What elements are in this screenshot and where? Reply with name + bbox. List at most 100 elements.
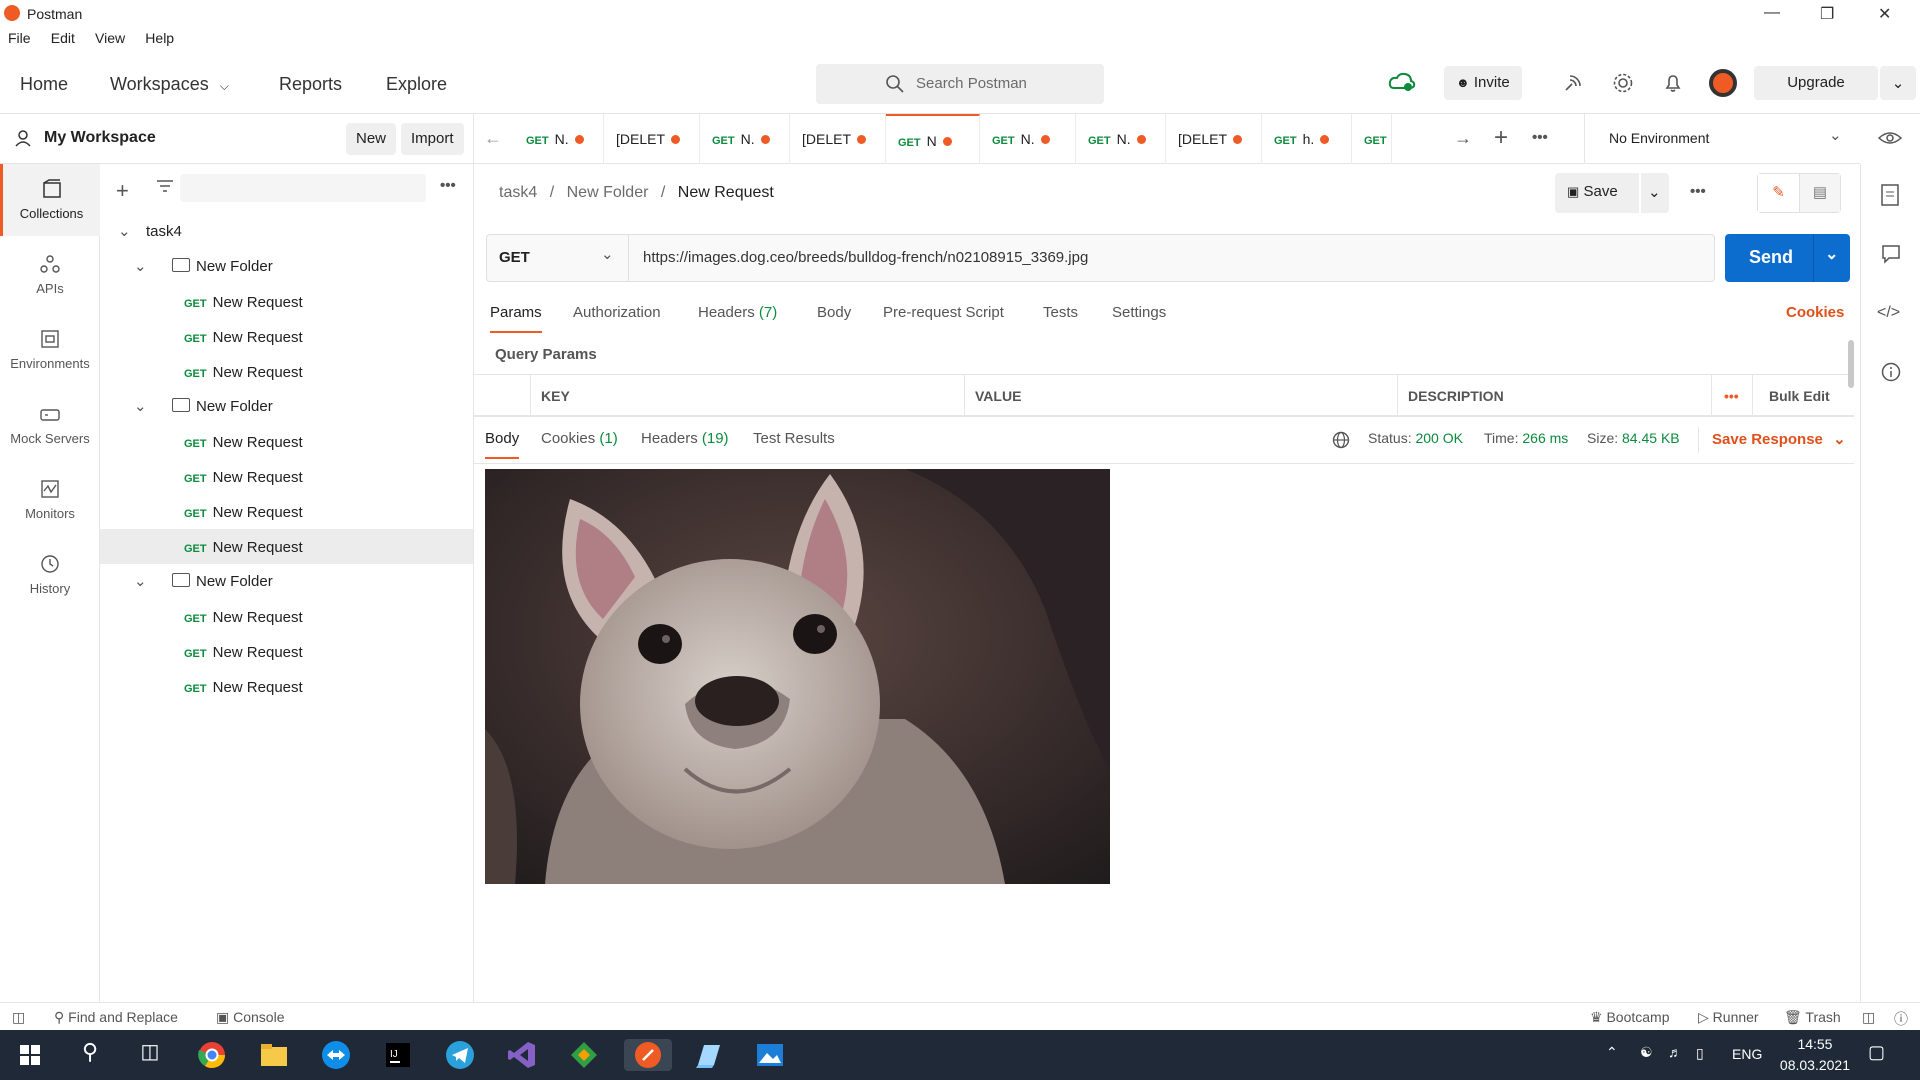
tab-headers[interactable]: Headers (7) <box>698 304 777 321</box>
tree-request[interactable]: GET New Request <box>100 529 473 564</box>
eye-icon[interactable] <box>1878 128 1902 148</box>
nav-reports[interactable]: Reports <box>279 74 342 95</box>
volume-icon[interactable]: ♬ <box>1668 1044 1682 1060</box>
search-icon[interactable]: ⚲ <box>74 1039 106 1071</box>
more-options-icon[interactable]: ••• <box>440 177 456 194</box>
info-icon[interactable] <box>1881 362 1901 382</box>
tab-params[interactable]: Params <box>490 304 542 333</box>
menu-edit[interactable]: Edit <box>51 30 75 46</box>
new-button[interactable]: New <box>346 123 397 155</box>
task-view-icon[interactable]: ◫ <box>134 1039 166 1071</box>
tree-request[interactable]: GET New Request <box>100 424 473 459</box>
wifi-icon[interactable]: ☯ <box>1640 1044 1653 1061</box>
tree-folder[interactable]: ⌄ New Folder <box>100 249 473 284</box>
tab-body[interactable]: Body <box>817 304 851 321</box>
tab-authorization[interactable]: Authorization <box>573 304 661 321</box>
environment-selector[interactable]: No Environment ⌄ <box>1584 114 1860 164</box>
console-button[interactable]: ▣ Console <box>216 1009 285 1026</box>
import-button[interactable]: Import <box>401 123 464 155</box>
request-tab[interactable]: GET N. <box>700 114 790 164</box>
request-tab[interactable]: [DELET <box>790 114 886 164</box>
save-dropdown-chevron-icon[interactable]: ⌄ <box>1641 173 1669 213</box>
request-tab[interactable]: GET N. <box>1076 114 1166 164</box>
chrome-icon[interactable] <box>196 1039 228 1071</box>
save-button[interactable]: ▣ Save <box>1555 173 1639 213</box>
filter-icon[interactable] <box>156 178 174 198</box>
resp-tab-cookies[interactable]: Cookies (1) <box>541 430 618 447</box>
cookies-link[interactable]: Cookies <box>1786 304 1844 321</box>
params-more-icon[interactable]: ••• <box>1724 388 1739 404</box>
documentation-icon[interactable] <box>1881 184 1899 206</box>
tree-request[interactable]: GET New Request <box>100 354 473 389</box>
request-tab[interactable]: GET <box>1352 114 1392 164</box>
breadcrumb-folder[interactable]: New Folder <box>567 184 649 201</box>
params-scrollbar[interactable] <box>1848 340 1854 388</box>
postman-taskbar-icon[interactable] <box>624 1039 672 1071</box>
battery-icon[interactable]: ▯ <box>1696 1045 1704 1062</box>
resp-tab-body[interactable]: Body <box>485 430 520 459</box>
request-tab[interactable]: GET N. <box>514 114 604 164</box>
save-response-button[interactable]: Save Response ⌄ <box>1712 430 1846 448</box>
runner-button[interactable]: ▷ Runner <box>1698 1009 1759 1026</box>
find-replace-button[interactable]: ⚲ Find and Replace <box>54 1009 178 1026</box>
close-icon[interactable]: ✕ <box>1878 4 1891 24</box>
request-tab[interactable]: GET N <box>886 114 980 164</box>
request-tab[interactable]: GET h. <box>1262 114 1352 164</box>
tree-request[interactable]: GET New Request <box>100 459 473 494</box>
send-dropdown-chevron-icon[interactable]: ⌄ <box>1825 244 1838 264</box>
toggle-sidebar-icon[interactable]: ◫ <box>12 1009 25 1026</box>
clock[interactable]: 14:55 08.03.2021 <box>1780 1034 1850 1076</box>
upgrade-dropdown-chevron-icon[interactable]: ⌄ <box>1880 66 1916 100</box>
breadcrumb-request[interactable]: New Request <box>678 184 774 201</box>
url-input[interactable]: https://images.dog.ceo/breeds/bulldog-fr… <box>643 249 1088 266</box>
minimize-icon[interactable]: — <box>1764 4 1780 22</box>
search-box[interactable]: Search Postman <box>816 64 1104 104</box>
intellij-icon[interactable]: IJ <box>382 1039 414 1071</box>
tree-request[interactable]: GET New Request <box>100 599 473 634</box>
sync-cloud-icon[interactable] <box>1388 70 1416 94</box>
tab-tests[interactable]: Tests <box>1043 304 1078 321</box>
request-more-icon[interactable]: ••• <box>1690 183 1706 200</box>
bulk-edit-link[interactable]: Bulk Edit <box>1769 388 1830 404</box>
rail-apis[interactable]: APIs <box>0 239 100 311</box>
windows-start-icon[interactable] <box>14 1039 46 1071</box>
nav-explore[interactable]: Explore <box>386 74 447 95</box>
tabs-forward-arrow-icon[interactable]: → <box>1454 128 1472 149</box>
notifications-icon[interactable]: ▢ <box>1868 1042 1885 1063</box>
request-tab[interactable]: GET N. <box>980 114 1076 164</box>
teamviewer-icon[interactable] <box>320 1039 352 1071</box>
rail-environments[interactable]: Environments <box>0 314 100 386</box>
tree-request[interactable]: GET New Request <box>100 494 473 529</box>
method-select[interactable]: GET ⌄ <box>487 235 629 281</box>
nav-home[interactable]: Home <box>20 74 68 95</box>
bootcamp-button[interactable]: ♛ Bootcamp <box>1590 1009 1670 1026</box>
settings-gear-icon[interactable] <box>1612 72 1634 94</box>
tree-request[interactable]: GET New Request <box>100 669 473 704</box>
resp-tab-headers[interactable]: Headers (19) <box>641 430 729 447</box>
rail-monitors[interactable]: Monitors <box>0 464 100 536</box>
tree-request[interactable]: GET New Request <box>100 634 473 669</box>
tree-request[interactable]: GET New Request <box>100 284 473 319</box>
satellite-icon[interactable] <box>1562 72 1584 94</box>
comment-view-icon[interactable]: ▤ <box>1800 174 1840 212</box>
tree-folder[interactable]: ⌄ New Folder <box>100 389 473 424</box>
git-kraken-icon[interactable] <box>568 1039 600 1071</box>
tray-chevron-up-icon[interactable]: ⌃ <box>1606 1044 1618 1061</box>
breadcrumb-collection[interactable]: task4 <box>499 184 537 201</box>
tree-folder[interactable]: ⌄ New Folder <box>100 564 473 599</box>
notepad-icon[interactable] <box>692 1039 724 1071</box>
avatar[interactable] <box>1709 69 1737 97</box>
tab-pre-request-script[interactable]: Pre-request Script <box>883 304 1004 321</box>
request-tab[interactable]: [DELET <box>604 114 700 164</box>
tree-request[interactable]: GET New Request <box>100 319 473 354</box>
new-tab-icon[interactable]: + <box>1494 124 1508 152</box>
resp-tab-test-results[interactable]: Test Results <box>753 430 835 447</box>
rail-history[interactable]: History <box>0 539 100 611</box>
visual-studio-icon[interactable] <box>506 1039 538 1071</box>
workspace-name[interactable]: My Workspace <box>44 129 156 147</box>
send-button[interactable]: Send ⌄ <box>1725 234 1850 282</box>
code-icon[interactable]: </> <box>1877 304 1900 322</box>
file-explorer-icon[interactable] <box>258 1039 290 1071</box>
filter-input[interactable] <box>180 174 426 202</box>
rail-collections[interactable]: Collections <box>0 164 100 236</box>
